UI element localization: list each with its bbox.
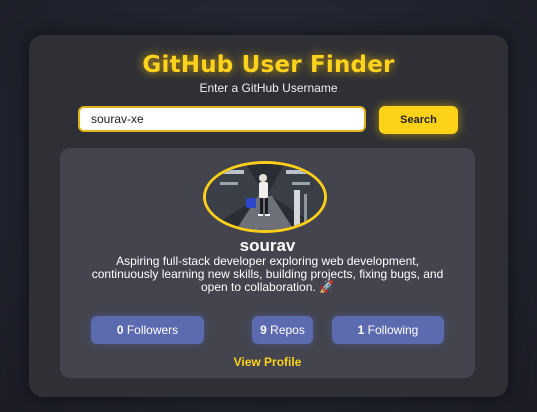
finder-card: GitHub User Finder Enter a GitHub Userna… — [29, 35, 508, 397]
followers-count: 0 — [116, 323, 127, 337]
profile-name: sourav — [239, 236, 296, 255]
followers-label: Followers — [126, 323, 179, 337]
app-subtitle: Enter a GitHub Username — [199, 81, 338, 95]
repos-stat[interactable]: 9 Repos — [252, 316, 313, 344]
following-stat[interactable]: 1 Following — [332, 316, 444, 344]
following-count: 1 — [357, 323, 368, 337]
username-input[interactable] — [78, 106, 366, 132]
view-profile-link[interactable]: View Profile — [60, 355, 475, 369]
app-title: GitHub User Finder — [142, 52, 395, 78]
repos-label: Repos — [270, 323, 305, 337]
search-button[interactable]: Search — [379, 106, 458, 134]
following-label: Following — [367, 323, 419, 337]
profile-stats: 0 Followers 9 Repos 1 Following — [60, 316, 475, 344]
followers-stat[interactable]: 0 Followers — [91, 316, 204, 344]
repos-count: 9 — [260, 323, 271, 337]
profile-card: sourav Aspiring full-stack developer exp… — [60, 148, 475, 378]
profile-bio: Aspiring full-stack developer exploring … — [91, 254, 444, 294]
avatar — [203, 161, 327, 233]
avatar-photo — [206, 164, 324, 230]
